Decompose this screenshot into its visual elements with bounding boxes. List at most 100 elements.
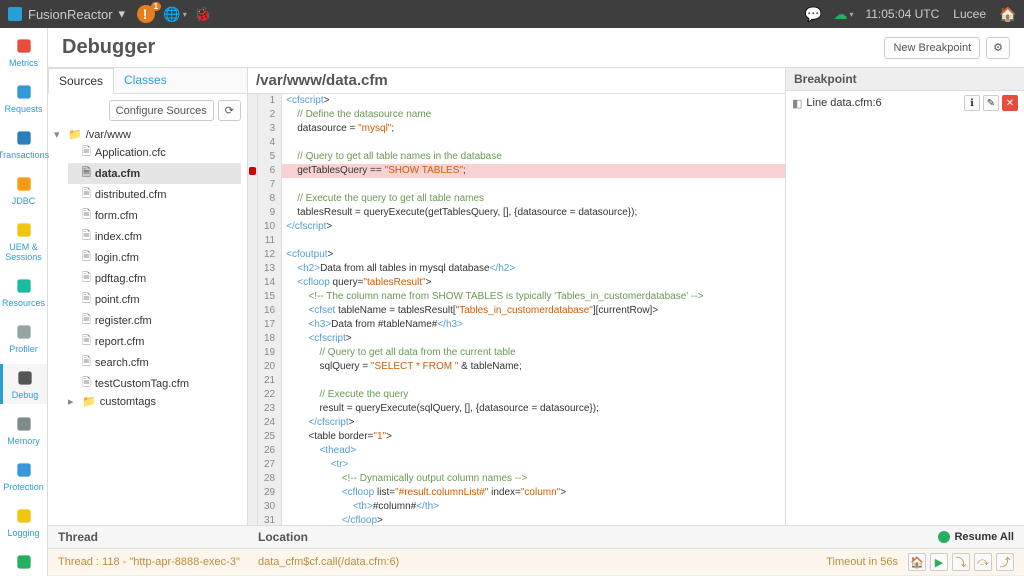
sidebar-item-metrics[interactable]: Metrics xyxy=(0,32,47,72)
tree-root-label: /var/www xyxy=(86,129,131,141)
globe-icon[interactable]: 🌐▾ xyxy=(167,6,183,22)
tab-sources[interactable]: Sources xyxy=(48,68,114,94)
tree-file[interactable]: 🗎search.cfm xyxy=(68,352,241,373)
tree-file[interactable]: 🗎register.cfm xyxy=(68,310,241,331)
thread-timeout: Timeout in 56s xyxy=(778,556,898,568)
tree-folder-customtags[interactable]: ▸ 📁 customtags xyxy=(68,394,241,409)
chevron-down-icon: ▾ xyxy=(183,10,187,19)
chat-icon[interactable]: 💬 xyxy=(805,6,821,22)
sidebar-item-label: Logging xyxy=(7,528,39,538)
file-icon: 🗎 xyxy=(82,353,91,372)
tree-file[interactable]: 🗎Application.cfc xyxy=(68,142,241,163)
step-into-button[interactable]: ⤵ xyxy=(952,553,970,571)
file-path: /var/www/data.cfm xyxy=(248,68,785,94)
folder-icon: 📁 xyxy=(82,395,96,408)
tree-file[interactable]: 🗎distributed.cfm xyxy=(68,184,241,205)
sidebar-item-profiler[interactable]: Profiler xyxy=(0,318,47,358)
new-breakpoint-button[interactable]: New Breakpoint xyxy=(884,37,980,59)
sidebar-icon xyxy=(14,506,34,526)
sidebar-icon xyxy=(14,82,34,102)
tree-file-label: form.cfm xyxy=(95,210,138,222)
sidebar-item-label: Requests xyxy=(4,104,42,114)
cloud-icon[interactable]: ☁▾ xyxy=(835,6,851,22)
brand-logo-icon xyxy=(8,7,22,21)
file-icon: 🗎 xyxy=(82,164,91,183)
file-icon: 🗎 xyxy=(82,269,91,288)
sidebar-icon xyxy=(14,220,34,240)
tree-file[interactable]: 🗎point.cfm xyxy=(68,289,241,310)
step-over-button[interactable]: ⤼ xyxy=(974,553,992,571)
resume-all-button[interactable]: Resume All xyxy=(938,531,1014,543)
file-icon: 🗎 xyxy=(82,311,91,330)
settings-button[interactable]: ⚙ xyxy=(986,37,1010,59)
configure-sources-button[interactable]: Configure Sources xyxy=(109,100,214,121)
tree-file[interactable]: 🗎form.cfm xyxy=(68,205,241,226)
refresh-button[interactable]: ⟳ xyxy=(218,100,241,121)
clock-label: 11:05:04 UTC xyxy=(865,7,939,21)
sidebar-item-logging[interactable]: Logging xyxy=(0,502,47,542)
delete-button[interactable]: ✕ xyxy=(1002,95,1018,111)
alert-icon[interactable]: !1 xyxy=(137,5,155,23)
info-button[interactable]: ℹ xyxy=(964,95,980,111)
tab-classes[interactable]: Classes xyxy=(114,68,177,93)
tree-folder-root[interactable]: ▾ 📁 /var/www xyxy=(54,127,241,142)
sidebar-item-requests[interactable]: Requests xyxy=(0,78,47,118)
sidebar-item-jdbc[interactable]: JDBC xyxy=(0,170,47,210)
tree-folder-label: customtags xyxy=(100,396,156,408)
tree-file[interactable]: 🗎report.cfm xyxy=(68,331,241,352)
file-icon: 🗎 xyxy=(82,374,91,393)
sidebar-item-label: Profiler xyxy=(9,344,38,354)
sidebar-item-resources[interactable]: Resources xyxy=(0,272,47,312)
tree-file[interactable]: 🗎index.cfm xyxy=(68,226,241,247)
sidebar-item-label: Metrics xyxy=(9,58,38,68)
breakpoint-label: Line data.cfm:6 xyxy=(806,97,881,109)
bug-icon[interactable]: 🐞 xyxy=(195,6,211,22)
chevron-right-icon: ▸ xyxy=(68,395,78,408)
tree-file-label: login.cfm xyxy=(95,252,139,264)
step-out-button[interactable]: ⤴ xyxy=(996,553,1014,571)
home-thread-button[interactable]: 🏠 xyxy=(908,553,926,571)
chevron-down-icon: ▾ xyxy=(119,6,126,22)
sidebar-item-label: UEM & Sessions xyxy=(0,242,47,262)
sources-pane: Sources Classes Configure Sources ⟳ ▾ 📁 … xyxy=(48,68,248,525)
sidebar-icon xyxy=(14,174,34,194)
brand-menu[interactable]: FusionReactor ▾ xyxy=(8,6,125,22)
page-title: Debugger xyxy=(62,36,155,59)
sidebar-item-uem-sessions[interactable]: UEM & Sessions xyxy=(0,216,47,266)
sidebar-item-transactions[interactable]: Transactions xyxy=(0,124,47,164)
sidebar-item-monitor[interactable] xyxy=(0,548,47,576)
sidebar-item-label: Transactions xyxy=(0,150,49,160)
sidebar-item-label: Protection xyxy=(3,482,44,492)
tree-file[interactable]: 🗎 login.cfm xyxy=(68,247,241,268)
page-header: Debugger New Breakpoint ⚙ xyxy=(48,28,1024,68)
breakpoints-title: Breakpoint xyxy=(786,68,1024,91)
sidebar-icon xyxy=(14,276,34,296)
home-icon[interactable]: 🏠 xyxy=(1000,6,1016,22)
topbar-left: FusionReactor ▾ !1 🌐▾ 🐞 xyxy=(8,5,211,23)
tree-file[interactable]: 🗎data.cfm xyxy=(68,163,241,184)
breakpoints-pane: Breakpoint ◧Line data.cfm:6ℹ✎✕ xyxy=(786,68,1024,525)
sidebar-item-memory[interactable]: Memory xyxy=(0,410,47,450)
tree-file[interactable]: 🗎 testCustomTag.cfm xyxy=(68,373,241,394)
code-editor[interactable]: 1234567891011121314151617181920212223242… xyxy=(248,94,785,525)
topbar: FusionReactor ▾ !1 🌐▾ 🐞 💬 ☁▾ 11:05:04 UT… xyxy=(0,0,1024,28)
tree-file-label: testCustomTag.cfm xyxy=(95,378,189,390)
sidebar-item-protection[interactable]: Protection xyxy=(0,456,47,496)
breakpoint-row[interactable]: ◧Line data.cfm:6ℹ✎✕ xyxy=(786,91,1024,115)
chevron-down-icon: ▾ xyxy=(54,128,64,141)
resume-all-label: Resume All xyxy=(954,531,1014,543)
thread-row[interactable]: Thread : 118 - "http-apr-8888-exec-3"dat… xyxy=(48,549,1024,576)
topbar-right: 💬 ☁▾ 11:05:04 UTC Lucee 🏠 xyxy=(805,6,1016,22)
edit-button[interactable]: ✎ xyxy=(983,95,999,111)
file-icon: 🗎 xyxy=(82,248,91,267)
engine-label[interactable]: Lucee xyxy=(953,7,986,21)
tree-file-label: index.cfm xyxy=(95,231,142,243)
sidebar-item-debug[interactable]: Debug xyxy=(0,364,47,404)
sidebar-item-label: Memory xyxy=(7,436,40,446)
chevron-down-icon: ▾ xyxy=(849,10,853,19)
tree-file[interactable]: 🗎pdftag.cfm xyxy=(68,268,241,289)
resume-thread-button[interactable]: ▶ xyxy=(930,553,948,571)
tree-file-label: distributed.cfm xyxy=(95,189,167,201)
sidebar-icon xyxy=(14,128,34,148)
tree-file-label: report.cfm xyxy=(95,336,145,348)
